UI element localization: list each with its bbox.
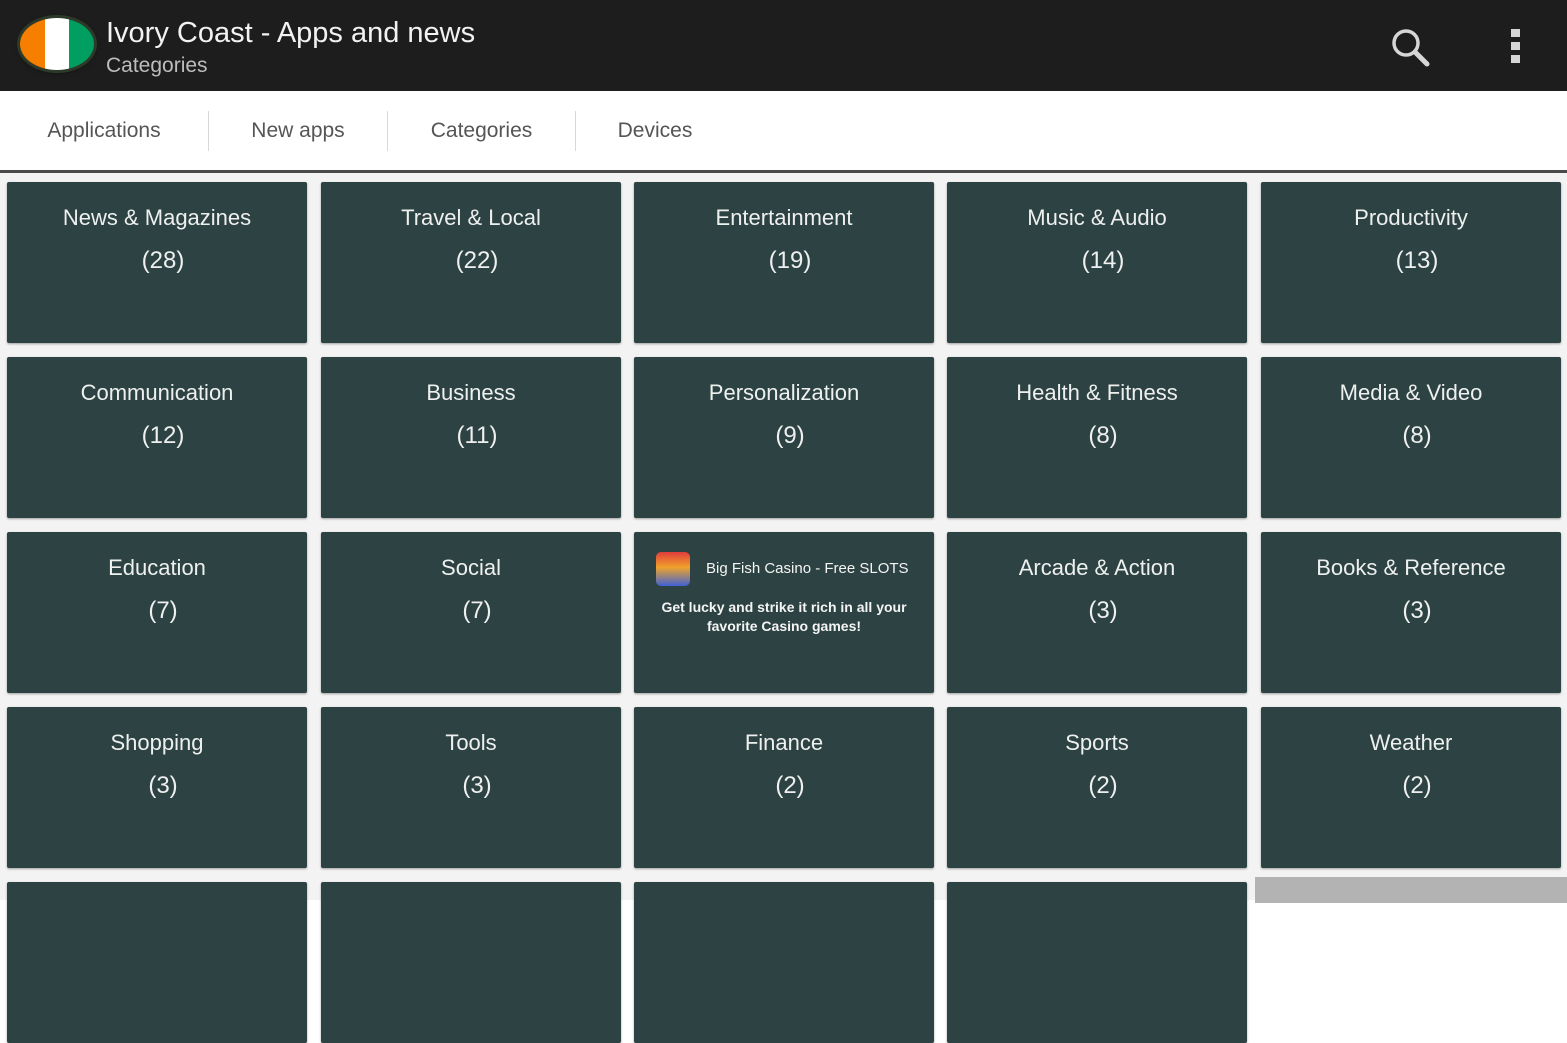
category-count: (3) [1088, 597, 1118, 624]
category-tile-travel-local[interactable]: Travel & Local (22) [321, 182, 621, 343]
category-name: Weather [1369, 730, 1453, 755]
flag-stripe-green [69, 18, 94, 70]
category-name: Sports [1065, 730, 1129, 755]
category-name: Shopping [110, 730, 204, 755]
category-count: (11) [456, 422, 498, 449]
category-count: (28) [141, 247, 185, 274]
category-tile-arcade-action[interactable]: Arcade & Action (3) [947, 532, 1247, 693]
tab-bar: Applications New apps Categories Devices [0, 91, 1567, 173]
category-count: (9) [775, 422, 805, 449]
category-name: Arcade & Action [1018, 555, 1176, 580]
tab-devices[interactable]: Devices [576, 91, 734, 170]
category-tile-books-reference[interactable]: Books & Reference (3) [1261, 532, 1561, 693]
category-count: (13) [1395, 247, 1439, 274]
category-name: Education [108, 555, 206, 580]
category-name: Personalization [708, 380, 860, 405]
ivory-coast-flag-icon[interactable] [20, 18, 94, 70]
ad-tile[interactable]: Big Fish Casino - Free SLOTS Get lucky a… [634, 532, 934, 693]
category-name: Travel & Local [401, 205, 541, 230]
category-name: Media & Video [1339, 380, 1483, 405]
tab-new-apps[interactable]: New apps [209, 91, 387, 170]
category-tile-business[interactable]: Business (11) [321, 357, 621, 518]
category-name: Productivity [1354, 205, 1468, 230]
ad-text: Get lucky and strike it rich in all your… [661, 599, 907, 634]
category-tile-finance[interactable]: Finance (2) [634, 707, 934, 868]
category-tile[interactable] [947, 882, 1247, 1043]
flag-stripe-orange [20, 18, 45, 70]
category-count: (8) [1402, 422, 1432, 449]
search-icon [1392, 29, 1430, 67]
category-count: (7) [462, 597, 492, 624]
category-tile-news-magazines[interactable]: News & Magazines (28) [7, 182, 307, 343]
category-grid: News & Magazines (28) Travel & Local (22… [0, 173, 1567, 1043]
category-tile-communication[interactable]: Communication (12) [7, 357, 307, 518]
category-name: Entertainment [715, 205, 853, 230]
tab-applications[interactable]: Applications [0, 91, 208, 170]
category-tile-personalization[interactable]: Personalization (9) [634, 357, 934, 518]
category-tile-productivity[interactable]: Productivity (13) [1261, 182, 1561, 343]
flag-stripe-white [44, 18, 70, 70]
category-count: (8) [1088, 422, 1118, 449]
category-count: (3) [1402, 597, 1432, 624]
category-tile-weather[interactable]: Weather (2) [1261, 707, 1561, 868]
category-name: News & Magazines [62, 205, 252, 230]
category-name: Finance [744, 730, 824, 755]
category-count: (3) [148, 772, 178, 799]
category-name: Tools [445, 730, 497, 755]
category-name: Music & Audio [1027, 205, 1167, 230]
category-count: (19) [768, 247, 812, 274]
category-tile-education[interactable]: Education (7) [7, 532, 307, 693]
overflow-menu-icon [1511, 29, 1520, 63]
category-tile[interactable] [7, 882, 307, 1043]
category-count: (22) [455, 247, 499, 274]
ad-title: Big Fish Casino - Free SLOTS [706, 560, 909, 577]
search-button[interactable] [1385, 24, 1435, 68]
category-tile-entertainment[interactable]: Entertainment (19) [634, 182, 934, 343]
category-tile-music-audio[interactable]: Music & Audio (14) [947, 182, 1247, 343]
app-subtitle: Categories [106, 54, 208, 77]
category-tile-tools[interactable]: Tools (3) [321, 707, 621, 868]
action-bar: Ivory Coast - Apps and news Categories [0, 0, 1567, 91]
category-count: (12) [141, 422, 185, 449]
casino-app-icon [656, 552, 690, 586]
category-name: Social [441, 555, 501, 580]
category-tile-health-fitness[interactable]: Health & Fitness (8) [947, 357, 1247, 518]
category-tile[interactable] [634, 882, 934, 1043]
category-name: Communication [80, 380, 234, 405]
category-tile-social[interactable]: Social (7) [321, 532, 621, 693]
category-count: (14) [1081, 247, 1125, 274]
category-count: (2) [1402, 772, 1432, 799]
category-tile-sports[interactable]: Sports (2) [947, 707, 1247, 868]
category-count: (7) [148, 597, 178, 624]
category-tile-shopping[interactable]: Shopping (3) [7, 707, 307, 868]
tab-categories[interactable]: Categories [388, 91, 575, 170]
category-count: (3) [462, 772, 492, 799]
category-count: (2) [775, 772, 805, 799]
category-count: (2) [1088, 772, 1118, 799]
category-name: Books & Reference [1316, 555, 1506, 580]
app-title: Ivory Coast - Apps and news [106, 17, 476, 49]
category-name: Business [426, 380, 516, 405]
loading-tile [1255, 877, 1567, 903]
category-tile[interactable] [321, 882, 621, 1043]
category-name: Health & Fitness [1016, 380, 1178, 405]
overflow-menu-button[interactable] [1498, 24, 1534, 68]
category-tile-media-video[interactable]: Media & Video (8) [1261, 357, 1561, 518]
